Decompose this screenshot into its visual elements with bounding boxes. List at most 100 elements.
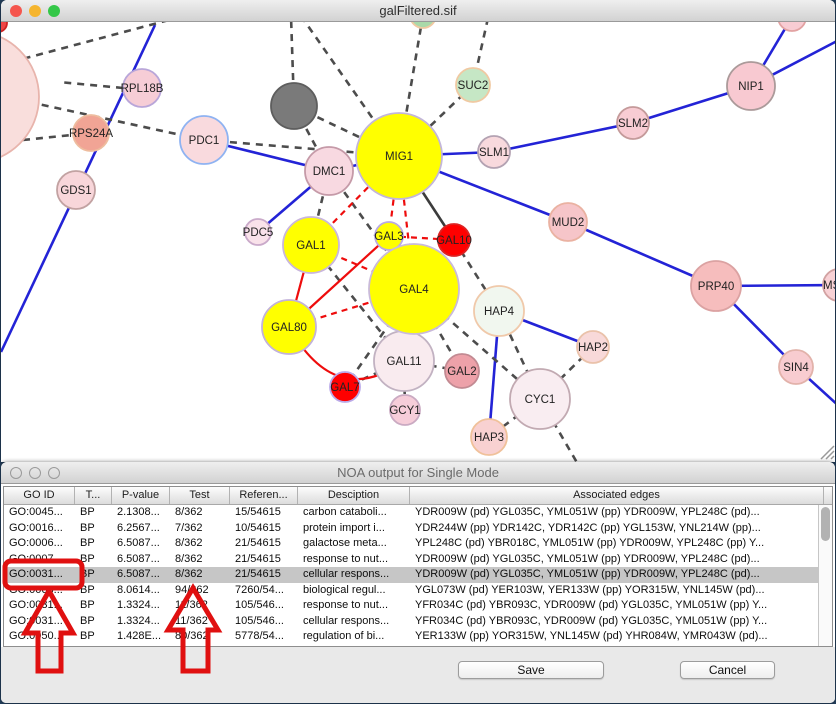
node-label-MUD2: MUD2 bbox=[552, 217, 585, 229]
cell-type: BP bbox=[75, 598, 112, 614]
cell-p_value: 6.5087... bbox=[112, 536, 170, 552]
network-canvas[interactable]: RPL18BRPS24AGDS1PDC1MIG1DMC1SLM1SLM2NIP1… bbox=[1, 22, 835, 462]
cell-edges: YDR009W (pd) YGL035C, YML051W (pp) YDR00… bbox=[410, 505, 824, 521]
resize-grip-icon[interactable] bbox=[821, 446, 834, 459]
cell-go_id: GO:0065... bbox=[4, 583, 75, 599]
cell-description: biological regul... bbox=[298, 583, 410, 599]
cell-p_value: 6.5087... bbox=[112, 567, 170, 583]
column-header-test[interactable]: Test bbox=[170, 487, 230, 504]
node-label-RPS24A: RPS24A bbox=[69, 128, 113, 140]
cancel-button[interactable]: Cancel bbox=[680, 661, 775, 679]
graph-edge[interactable] bbox=[11, 22, 169, 62]
table-row[interactable]: GO:0065...BP8.0614...94/3627260/54...bio… bbox=[4, 583, 832, 599]
table-row[interactable]: GO:0050...BP1.428E...80/3625778/54...reg… bbox=[4, 629, 832, 645]
cell-edges: YDR244W (pp) YDR142C, YDR142C (pp) YGL15… bbox=[410, 521, 824, 537]
cell-type: BP bbox=[75, 521, 112, 537]
cell-edges: YGL073W (pd) YER103W, YER133W (pp) YOR31… bbox=[410, 583, 824, 599]
table-row[interactable]: GO:0007...BP6.5087...8/36221/54615respon… bbox=[4, 552, 832, 568]
cell-reference: 21/54615 bbox=[230, 552, 298, 568]
cell-p_value: 1.3324... bbox=[112, 614, 170, 630]
table-row[interactable]: GO:0016...BP6.2567...7/36210/54615protei… bbox=[4, 521, 832, 537]
column-header-description[interactable]: Desciption bbox=[298, 487, 410, 504]
table-row[interactable]: GO:0031...BP6.5087...8/36221/54615cellul… bbox=[4, 567, 832, 583]
node-label-SUC2: SUC2 bbox=[458, 80, 489, 92]
node-label-HAP4: HAP4 bbox=[484, 306, 515, 318]
cell-reference: 10/54615 bbox=[230, 521, 298, 537]
cell-description: response to nut... bbox=[298, 552, 410, 568]
node-label-GAL3: GAL3 bbox=[374, 231, 403, 243]
cell-go_id: GO:0006... bbox=[4, 536, 75, 552]
cell-reference: 105/546... bbox=[230, 598, 298, 614]
cell-go_id: GO:0016... bbox=[4, 521, 75, 537]
node-label-GCY1: GCY1 bbox=[389, 405, 420, 417]
cell-edges: YFR034C (pd) YBR093C, YDR009W (pd) YGL03… bbox=[410, 598, 824, 614]
node-label-GAL10: GAL10 bbox=[436, 235, 472, 247]
column-header-reference[interactable]: Referen... bbox=[230, 487, 298, 504]
cell-type: BP bbox=[75, 583, 112, 599]
table-row[interactable]: GO:0006...BP6.5087...8/36221/54615galact… bbox=[4, 536, 832, 552]
graph-edge[interactable] bbox=[494, 123, 633, 152]
cell-description: regulation of bi... bbox=[298, 629, 410, 645]
cell-go_id: GO:0007... bbox=[4, 552, 75, 568]
save-button[interactable]: Save bbox=[458, 661, 604, 679]
cell-type: BP bbox=[75, 505, 112, 521]
table-row[interactable]: GO:0031...BP1.3324...11/362105/546...res… bbox=[4, 598, 832, 614]
cell-go_id: GO:0031... bbox=[4, 567, 75, 583]
cell-test: 8/362 bbox=[170, 505, 230, 521]
window-title: galFiltered.sif bbox=[1, 0, 835, 22]
cell-type: BP bbox=[75, 629, 112, 645]
node-label-NIP1: NIP1 bbox=[738, 81, 764, 93]
cell-go_id: GO:0045... bbox=[4, 505, 75, 521]
cell-p_value: 6.2567... bbox=[112, 521, 170, 537]
cell-p_value: 1.428E... bbox=[112, 629, 170, 645]
node-big-left[interactable] bbox=[1, 31, 39, 163]
column-header-edges[interactable]: Associated edges bbox=[410, 487, 824, 504]
cell-type: BP bbox=[75, 552, 112, 568]
window-title: NOA output for Single Mode bbox=[1, 462, 835, 484]
noa-window-titlebar[interactable]: NOA output for Single Mode bbox=[1, 462, 835, 484]
cell-type: BP bbox=[75, 536, 112, 552]
cell-type: BP bbox=[75, 567, 112, 583]
node-label-SLM1: SLM1 bbox=[479, 147, 509, 159]
cell-p_value: 2.1308... bbox=[112, 505, 170, 521]
cell-description: cellular respons... bbox=[298, 614, 410, 630]
node-label-GAL11: GAL11 bbox=[387, 356, 422, 368]
column-header-go_id[interactable]: GO ID bbox=[4, 487, 75, 504]
network-window-titlebar[interactable]: galFiltered.sif bbox=[1, 0, 835, 22]
cell-reference: 21/54615 bbox=[230, 567, 298, 583]
cell-edges: YDR009W (pd) YGL035C, YML051W (pp) YDR00… bbox=[410, 552, 824, 568]
cell-test: 8/362 bbox=[170, 536, 230, 552]
node-label-CYC1: CYC1 bbox=[525, 394, 556, 406]
scrollbar-thumb[interactable] bbox=[821, 507, 830, 541]
column-header-type[interactable]: T... bbox=[75, 487, 112, 504]
cell-go_id: GO:0031... bbox=[4, 598, 75, 614]
cell-p_value: 6.5087... bbox=[112, 552, 170, 568]
cell-type: BP bbox=[75, 614, 112, 630]
cell-reference: 7260/54... bbox=[230, 583, 298, 599]
cell-test: 11/362 bbox=[170, 598, 230, 614]
cell-test: 7/362 bbox=[170, 521, 230, 537]
node-green-top[interactable] bbox=[410, 22, 436, 28]
network-window: galFiltered.sif RPL18BRPS24AGDS1PDC1MIG1… bbox=[1, 0, 835, 462]
table-body: GO:0045...BP2.1308...8/36215/54615carbon… bbox=[4, 505, 832, 645]
cell-test: 80/362 bbox=[170, 629, 230, 645]
cell-description: response to nut... bbox=[298, 598, 410, 614]
node-label-HAP2: HAP2 bbox=[578, 342, 608, 354]
graph-edge[interactable] bbox=[59, 82, 123, 88]
table-row[interactable]: GO:0045...BP2.1308...8/36215/54615carbon… bbox=[4, 505, 832, 521]
node-label-PDC1: PDC1 bbox=[189, 135, 220, 147]
vertical-scrollbar[interactable] bbox=[818, 505, 832, 646]
table-row[interactable]: GO:0031...BP1.3324...11/362105/546...cel… bbox=[4, 614, 832, 630]
cell-p_value: 1.3324... bbox=[112, 598, 170, 614]
cell-description: cellular respons... bbox=[298, 567, 410, 583]
node-pink-top-right[interactable] bbox=[778, 22, 806, 31]
table-header: GO IDT...P-valueTestReferen...Desciption… bbox=[4, 487, 832, 505]
cell-description: carbon cataboli... bbox=[298, 505, 410, 521]
column-header-p_value[interactable]: P-value bbox=[112, 487, 170, 504]
cell-p_value: 8.0614... bbox=[112, 583, 170, 599]
node-corner-red[interactable] bbox=[1, 22, 7, 32]
node-label-GDS1: GDS1 bbox=[60, 185, 91, 197]
node-gray-node[interactable] bbox=[271, 83, 317, 129]
cell-test: 94/362 bbox=[170, 583, 230, 599]
cell-test: 8/362 bbox=[170, 567, 230, 583]
